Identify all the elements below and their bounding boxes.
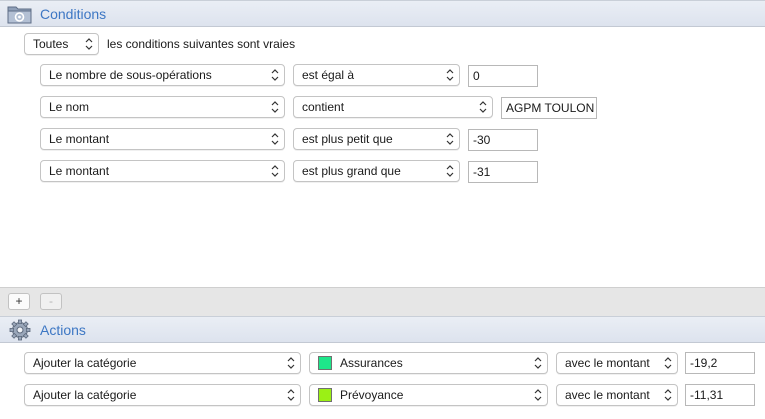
condition-value-input[interactable]: 0	[468, 65, 538, 87]
conditions-header: Conditions	[0, 0, 765, 27]
gear-folder-icon	[7, 6, 32, 24]
amount-mode-value: avec le montant	[565, 356, 650, 370]
match-description: les conditions suivantes sont vraies	[107, 37, 296, 51]
condition-field-select[interactable]: Le montant	[40, 160, 285, 182]
select-arrows-icon	[446, 133, 454, 145]
match-mode-value: Toutes	[33, 37, 69, 51]
actions-title: Actions	[40, 322, 86, 338]
category-value: Assurances	[340, 356, 403, 370]
action-type-select[interactable]: Ajouter la catégorie	[24, 352, 301, 374]
select-arrows-icon	[271, 165, 279, 177]
actions-header: Actions	[0, 316, 765, 343]
condition-value-input[interactable]: -30	[468, 129, 538, 151]
condition-field-value: Le montant	[49, 164, 110, 178]
category-value: Prévoyance	[340, 388, 404, 402]
category-color-swatch	[318, 356, 332, 370]
select-arrows-icon	[271, 133, 279, 145]
conditions-toolbar: + -	[0, 287, 765, 316]
select-arrows-icon	[479, 101, 487, 113]
select-arrows-icon	[446, 165, 454, 177]
condition-operator-value: est plus petit que	[302, 132, 393, 146]
condition-operator-select[interactable]: est plus petit que	[293, 128, 460, 150]
action-type-value: Ajouter la catégorie	[33, 356, 137, 370]
select-arrows-icon	[664, 357, 672, 369]
action-type-select[interactable]: Ajouter la catégorie	[24, 384, 301, 406]
select-arrows-icon	[271, 69, 279, 81]
condition-field-value: Le nombre de sous-opérations	[49, 68, 212, 82]
condition-value-input[interactable]: -31	[468, 161, 538, 183]
select-arrows-icon	[287, 357, 295, 369]
condition-field-value: Le montant	[49, 132, 110, 146]
match-mode-select[interactable]: Toutes	[24, 33, 99, 55]
gear-icon	[9, 319, 31, 341]
amount-input[interactable]: -19,2	[685, 352, 755, 374]
condition-value-input[interactable]: AGPM TOULON	[501, 97, 597, 119]
amount-input[interactable]: -11,31	[685, 384, 755, 406]
select-arrows-icon	[287, 389, 295, 401]
conditions-title: Conditions	[40, 6, 107, 22]
remove-condition-button[interactable]: -	[40, 293, 62, 310]
select-arrows-icon	[271, 101, 279, 113]
category-select[interactable]: Prévoyance	[309, 384, 548, 406]
select-arrows-icon	[85, 38, 93, 50]
condition-operator-select[interactable]: est égal à	[293, 64, 460, 86]
condition-field-select[interactable]: Le nom	[40, 96, 285, 118]
add-condition-button[interactable]: +	[8, 293, 30, 310]
category-select[interactable]: Assurances	[309, 352, 548, 374]
amount-mode-select[interactable]: avec le montant	[556, 352, 678, 374]
category-color-swatch	[318, 388, 332, 402]
amount-mode-select[interactable]: avec le montant	[556, 384, 678, 406]
condition-field-select[interactable]: Le nombre de sous-opérations	[40, 64, 285, 86]
condition-operator-select[interactable]: contient	[293, 96, 493, 118]
condition-field-select[interactable]: Le montant	[40, 128, 285, 150]
condition-field-value: Le nom	[49, 100, 90, 114]
amount-mode-value: avec le montant	[565, 388, 650, 402]
select-arrows-icon	[664, 389, 672, 401]
condition-operator-value: est plus grand que	[302, 164, 401, 178]
action-type-value: Ajouter la catégorie	[33, 388, 137, 402]
condition-operator-select[interactable]: est plus grand que	[293, 160, 460, 182]
condition-operator-value: est égal à	[302, 68, 355, 82]
select-arrows-icon	[534, 357, 542, 369]
select-arrows-icon	[534, 389, 542, 401]
select-arrows-icon	[446, 69, 454, 81]
condition-operator-value: contient	[302, 100, 345, 114]
